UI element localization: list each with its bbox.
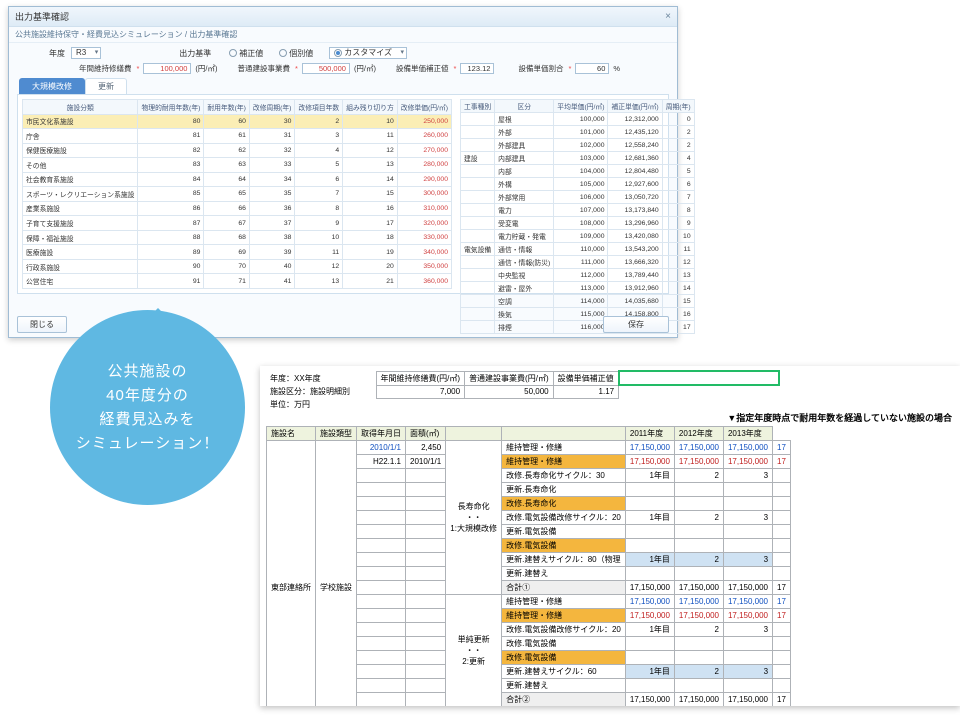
build-label: 普通建設事業費 [238,63,291,74]
annual-input[interactable]: 100,000 [143,63,191,74]
tab-renewal[interactable]: 更新 [85,78,127,94]
radio-customize[interactable]: カスタマイズ [329,47,407,59]
sheet-main-table[interactable]: 施設名施設類型取得年月日面積(㎡)2011年度2012年度2013年度東部連絡所… [266,426,800,706]
tab-body: 施設分類物理的耐用年数(年)耐用年数(年)改修周期(年)改修項目年数組み残り切り… [17,94,669,294]
breadcrumb: 公共施設維持保守・経費見込シミュレーション / 出力基準確認 [9,27,677,43]
sheet-banner: ▼指定年度時点で耐用年数を経過していない施設の場合 [260,411,960,426]
dialog-title: 出力基準確認 [15,10,69,23]
year-label: 年度 [49,48,65,59]
simulation-sheet: 年度：XX年度 年間維持修繕費(円/㎡) 普通建設事業費(円/㎡) 設備単価補正… [260,366,960,706]
year-select[interactable]: R3 [71,47,101,59]
close-button[interactable]: 閉じる [17,316,67,333]
radio-corrected[interactable]: 補正値 [229,48,263,59]
speech-bubble: 公共施設の 40年度分の 経費見込みを シミュレーション！ [50,310,245,505]
output-criteria-dialog: 出力基準確認 × 公共施設維持保守・経費見込シミュレーション / 出力基準確認 … [8,6,678,338]
close-icon[interactable]: × [665,11,671,22]
annual-label: 年間維持修繕費 [79,63,132,74]
build-input[interactable]: 500,000 [302,63,350,74]
ratio-input[interactable]: 60 [575,63,609,74]
ratio-label: 設備単価割合 [518,63,563,74]
equip-input[interactable]: 123.12 [460,63,494,74]
work-grid[interactable]: 工事種別区分平均単価(円/㎡)補正単価(円/㎡)周期(年)屋根100,00012… [460,99,695,334]
dialog-titlebar: 出力基準確認 × [9,7,677,27]
output-std-label: 出力基準 [179,48,211,59]
save-button[interactable]: 保存 [603,316,669,333]
radio-individual[interactable]: 個別値 [279,48,313,59]
active-cell[interactable] [619,371,779,385]
equip-label: 設備単価補正値 [396,63,449,74]
param-row-1: 年度 R3 出力基準 補正値 個別値 カスタマイズ [9,43,677,61]
param-row-2: 年間維持修繕費* 100,000 (円/㎡) 普通建設事業費* 500,000 … [9,61,677,78]
facility-grid[interactable]: 施設分類物理的耐用年数(年)耐用年数(年)改修周期(年)改修項目年数組み残り切り… [22,99,452,289]
tab-major-repair[interactable]: 大規模改修 [19,78,85,94]
sheet-header-table: 年度：XX年度 年間維持修繕費(円/㎡) 普通建設事業費(円/㎡) 設備単価補正… [266,370,780,411]
